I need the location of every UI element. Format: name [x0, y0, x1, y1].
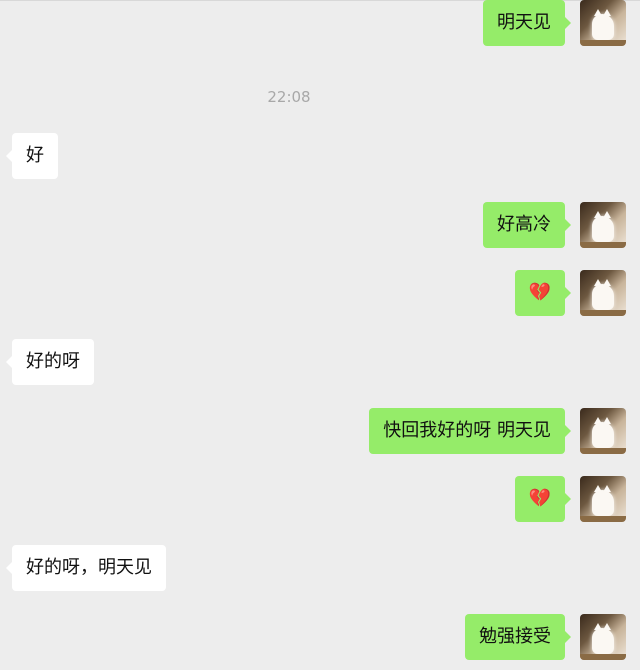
- message-bubble-sent[interactable]: 快回我好的呀 明天见: [369, 408, 571, 454]
- message-text: 好高冷: [497, 214, 551, 235]
- avatar-floor: [580, 310, 626, 316]
- avatar[interactable]: [580, 408, 626, 454]
- message-bubble-sent[interactable]: 好高冷: [483, 202, 571, 248]
- avatar-floor: [580, 242, 626, 248]
- avatar-cat-icon: [592, 14, 614, 40]
- message-row-sent: 💔: [0, 270, 640, 316]
- broken-heart-icon: 💔: [528, 282, 551, 303]
- message-row-sent: 快回我好的呀 明天见: [0, 408, 640, 454]
- message-row-received: 好的呀，明天见: [0, 545, 640, 591]
- message-bubble-sent[interactable]: 勉强接受: [465, 614, 571, 660]
- avatar[interactable]: [580, 476, 626, 522]
- message-bubble-received[interactable]: 好: [6, 133, 58, 179]
- message-row-sent: 勉强接受: [0, 614, 640, 660]
- message-bubble-sent[interactable]: 💔: [514, 476, 572, 522]
- avatar-floor: [580, 516, 626, 522]
- avatar-cat-icon: [592, 628, 614, 654]
- message-bubble-received[interactable]: 好的呀: [6, 339, 94, 385]
- message-bubble-received[interactable]: 好的呀，明天见: [6, 545, 166, 591]
- avatar-cat-icon: [592, 284, 614, 310]
- message-text: 勉强接受: [479, 626, 551, 647]
- broken-heart-icon: 💔: [528, 488, 551, 509]
- avatar-cat-icon: [592, 490, 614, 516]
- message-bubble-sent[interactable]: 💔: [514, 270, 572, 316]
- message-row-sent: 明天见: [0, 0, 640, 46]
- message-bubble-sent[interactable]: 明天见: [483, 0, 571, 46]
- avatar-cat-icon: [592, 422, 614, 448]
- message-text: 快回我好的呀 明天见: [383, 420, 551, 441]
- message-row-received: 好的呀: [0, 339, 640, 385]
- message-timestamp: 22:08: [267, 88, 311, 106]
- avatar[interactable]: [580, 202, 626, 248]
- message-text: 好: [26, 145, 44, 166]
- avatar[interactable]: [580, 270, 626, 316]
- avatar[interactable]: [580, 0, 626, 46]
- avatar[interactable]: [580, 614, 626, 660]
- avatar-floor: [580, 654, 626, 660]
- message-row-received: 好: [0, 133, 640, 179]
- avatar-cat-icon: [592, 216, 614, 242]
- message-row-sent: 好高冷: [0, 202, 640, 248]
- message-text: 好的呀: [26, 351, 80, 372]
- avatar-floor: [580, 448, 626, 454]
- message-row-sent: 💔: [0, 476, 640, 522]
- message-text: 好的呀，明天见: [26, 557, 152, 578]
- avatar-floor: [580, 40, 626, 46]
- message-text: 明天见: [497, 12, 551, 33]
